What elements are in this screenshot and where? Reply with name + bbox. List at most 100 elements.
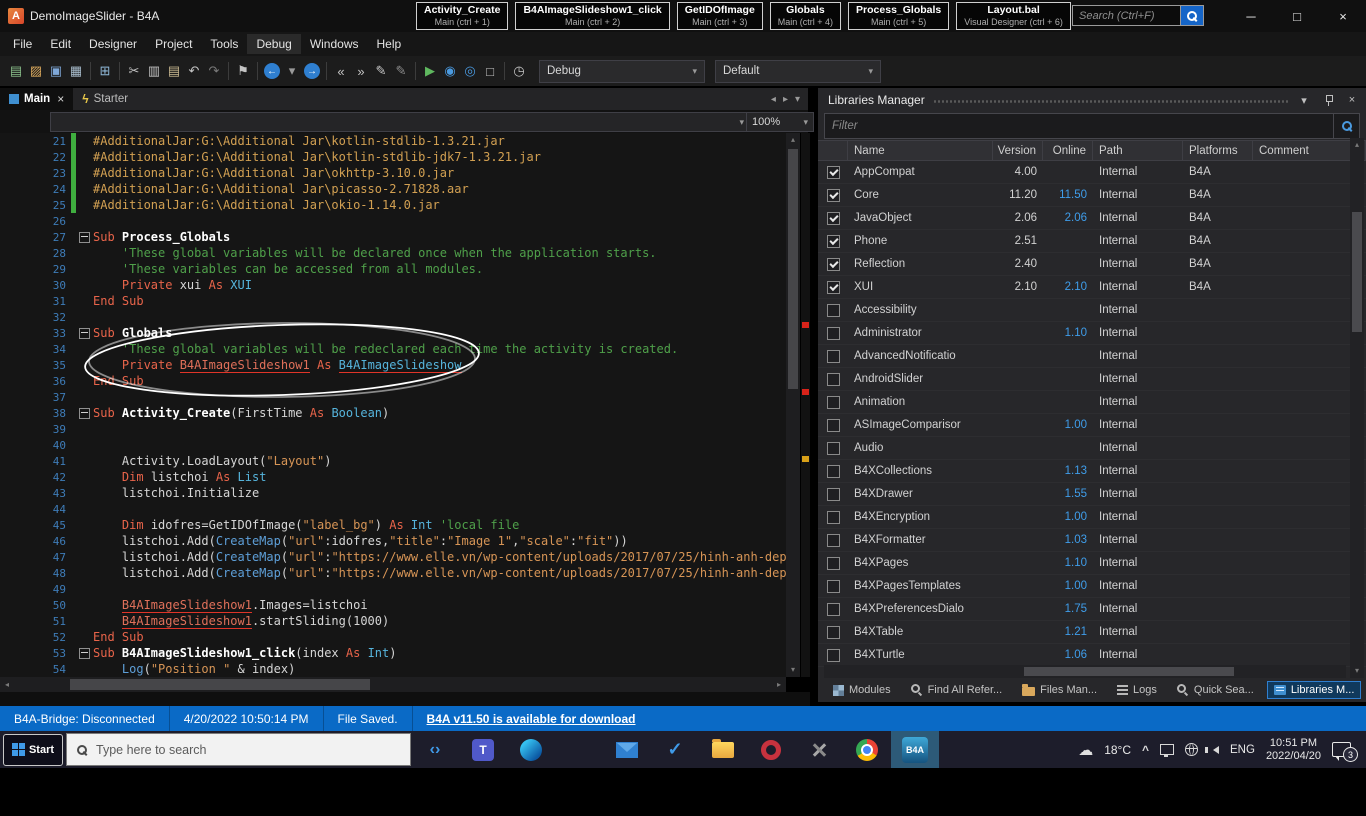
code-line[interactable]: 25#AdditionalJar:G:\Additional Jar\okio-…	[0, 197, 786, 213]
code-line[interactable]: 50 B4AImageSlideshow1.Images=listchoi	[0, 597, 786, 613]
code-line[interactable]: 44	[0, 501, 786, 517]
library-checkbox[interactable]	[818, 322, 848, 344]
code-line[interactable]: 33Sub Globals	[0, 325, 786, 341]
toolbar-back-history-caret-icon[interactable]: ▾	[282, 60, 302, 82]
taskbar-file-explorer-icon[interactable]	[699, 731, 747, 768]
tool-tab-logs[interactable]: Logs	[1110, 681, 1164, 699]
library-row[interactable]: B4XDrawer1.55Internal	[818, 483, 1366, 506]
quick-jump-layout-bal[interactable]: Layout.balVisual Designer (ctrl + 6)	[956, 2, 1071, 30]
taskbar-todo-check-icon[interactable]	[651, 731, 699, 768]
code-line[interactable]: 52End Sub	[0, 629, 786, 645]
code-line[interactable]: 39	[0, 421, 786, 437]
code-line[interactable]: 28 'These global variables will be decla…	[0, 245, 786, 261]
quick-jump-getidofimage[interactable]: GetIDOfImageMain (ctrl + 3)	[677, 2, 763, 30]
column-header-name[interactable]: Name	[848, 141, 993, 160]
code-line[interactable]: 26	[0, 213, 786, 229]
internet-icon[interactable]	[1185, 743, 1198, 756]
library-row[interactable]: B4XTurtle1.06Internal	[818, 644, 1366, 667]
library-checkbox[interactable]	[818, 391, 848, 413]
menu-project[interactable]: Project	[146, 34, 201, 54]
zoom-combo[interactable]: 100% ▾	[746, 112, 814, 132]
toolbar-open-icon[interactable]: ▨	[26, 60, 46, 82]
language-indicator[interactable]: ENG	[1230, 744, 1255, 756]
library-checkbox[interactable]	[818, 575, 848, 597]
toolbar-save-icon[interactable]: ▣	[46, 60, 66, 82]
library-row[interactable]: XUI2.102.10InternalB4A	[818, 276, 1366, 299]
fold-toggle[interactable]	[76, 408, 93, 419]
library-row[interactable]: AppCompat4.00InternalB4A	[818, 161, 1366, 184]
library-checkbox[interactable]	[818, 184, 848, 206]
toolbar-recompile-icon[interactable]: ◎	[460, 60, 480, 82]
menu-tools[interactable]: Tools	[201, 34, 247, 54]
search-input[interactable]: Search (Ctrl+F)	[1072, 5, 1181, 26]
code-line[interactable]: 45 Dim idofres=GetIDOfImage("label_bg") …	[0, 517, 786, 533]
library-checkbox[interactable]	[818, 345, 848, 367]
code-line[interactable]: 37	[0, 389, 786, 405]
code-line[interactable]: 22#AdditionalJar:G:\Additional Jar\kotli…	[0, 149, 786, 165]
panel-vscroll-thumb[interactable]	[1352, 212, 1362, 332]
taskbar-dev-tools-icon[interactable]	[795, 731, 843, 768]
code-line[interactable]: 35 Private B4AImageSlideshow1 As B4AImag…	[0, 357, 786, 373]
fold-toggle[interactable]	[76, 328, 93, 339]
toolbar-navigate-forward-icon[interactable]: →	[302, 60, 322, 82]
library-row[interactable]: Phone2.51InternalB4A	[818, 230, 1366, 253]
volume-icon[interactable]	[1209, 746, 1219, 754]
code-line[interactable]: 32	[0, 309, 786, 325]
start-button[interactable]: Start	[3, 734, 63, 766]
library-checkbox[interactable]	[818, 368, 848, 390]
column-header-version[interactable]: Version	[993, 141, 1043, 160]
toolbar-uncomment-icon[interactable]: ✎	[391, 60, 411, 82]
taskbar-b4a-icon[interactable]: B4A	[891, 731, 939, 768]
library-checkbox[interactable]	[818, 253, 848, 275]
code-line[interactable]: 51 B4AImageSlideshow1.startSliding(1000)	[0, 613, 786, 629]
toolbar-run-icon[interactable]: ▶	[420, 60, 440, 82]
column-header-online[interactable]: Online	[1043, 141, 1093, 160]
panel-vscrollbar[interactable]: ▴ ▾	[1350, 138, 1364, 678]
notification-center-icon[interactable]: 3	[1332, 742, 1351, 757]
toolbar-redo-icon[interactable]: ↷	[204, 60, 224, 82]
code-line[interactable]: 48 listchoi.Add(CreateMap("url":"https:/…	[0, 565, 786, 581]
search-go-button[interactable]	[1181, 5, 1204, 26]
library-checkbox[interactable]	[818, 299, 848, 321]
taskbar-microsoft-store-icon[interactable]	[555, 731, 603, 768]
error-marker[interactable]	[802, 389, 809, 395]
scroll-left-icon[interactable]: ◂	[0, 677, 14, 692]
error-marker[interactable]	[802, 322, 809, 328]
taskbar-edge-icon[interactable]	[507, 731, 555, 768]
toolbar-undo-icon[interactable]: ↶	[184, 60, 204, 82]
menu-designer[interactable]: Designer	[80, 34, 146, 54]
panel-close-icon[interactable]: ×	[1344, 94, 1360, 106]
taskbar-chrome-icon[interactable]	[843, 731, 891, 768]
menu-edit[interactable]: Edit	[41, 34, 80, 54]
error-marker[interactable]	[802, 456, 809, 462]
tool-tab-find-all-refer[interactable]: Find All Refer...	[904, 681, 1010, 699]
toolbar-new-icon[interactable]: ▤	[6, 60, 26, 82]
minimize-button[interactable]: ─	[1228, 0, 1274, 32]
code-line[interactable]: 30 Private xui As XUI	[0, 277, 786, 293]
toolbar-compile-icon[interactable]: ◉	[440, 60, 460, 82]
library-checkbox[interactable]	[818, 460, 848, 482]
quick-jump-b4aimageslideshow1-click[interactable]: B4AImageSlideshow1_clickMain (ctrl + 2)	[515, 2, 669, 30]
scroll-down-icon[interactable]: ▾	[1350, 664, 1364, 678]
filter-search-button[interactable]	[1333, 114, 1359, 138]
toolbar-cut-icon[interactable]: ✂	[124, 60, 144, 82]
code-line[interactable]: 36End Sub	[0, 373, 786, 389]
library-checkbox[interactable]	[818, 483, 848, 505]
run-mode-combo[interactable]: Debug ▾	[539, 60, 705, 83]
library-checkbox[interactable]	[818, 644, 848, 666]
library-checkbox[interactable]	[818, 414, 848, 436]
library-checkbox[interactable]	[818, 529, 848, 551]
tab-main[interactable]: Main×	[0, 88, 73, 110]
code-line[interactable]: 24#AdditionalJar:G:\Additional Jar\picas…	[0, 181, 786, 197]
code-line[interactable]: 29 'These variables can be accessed from…	[0, 261, 786, 277]
vscroll-thumb[interactable]	[788, 149, 798, 389]
update-link[interactable]: B4A v11.50 is available for download	[413, 706, 650, 731]
scroll-down-icon[interactable]: ▾	[786, 663, 800, 677]
code-line[interactable]: 38Sub Activity_Create(FirstTime As Boole…	[0, 405, 786, 421]
library-row[interactable]: AdvancedNotificatioInternal	[818, 345, 1366, 368]
library-checkbox[interactable]	[818, 437, 848, 459]
hscroll-thumb[interactable]	[70, 679, 370, 690]
library-row[interactable]: B4XCollections1.13Internal	[818, 460, 1366, 483]
taskbar-clock[interactable]: 10:51 PM 2022/04/20	[1266, 737, 1321, 763]
editor-hscrollbar[interactable]: ◂ ▸	[0, 677, 786, 692]
